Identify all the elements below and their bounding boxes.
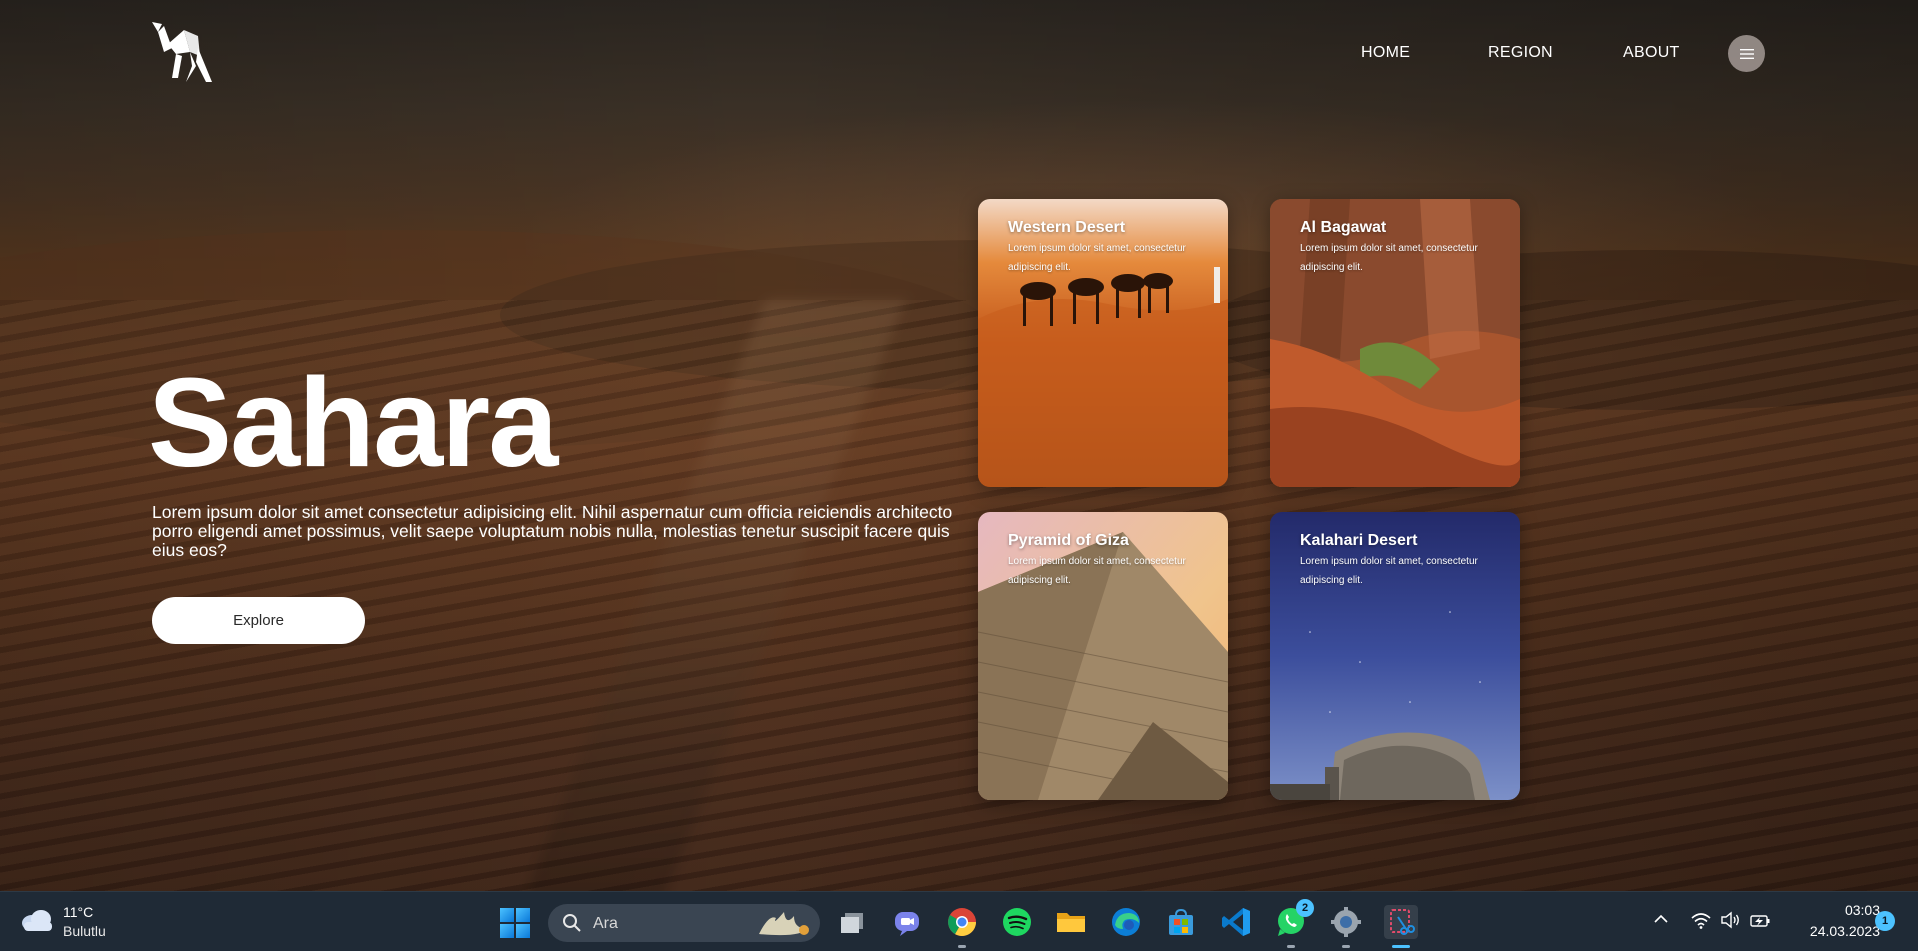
- wifi-icon[interactable]: [1690, 909, 1712, 931]
- search-placeholder: Ara: [593, 915, 618, 932]
- vscode-icon: [1222, 908, 1250, 936]
- card-text: Lorem ipsum dolor sit amet, consectetur …: [1300, 556, 1478, 586]
- edge-button[interactable]: [1109, 905, 1143, 939]
- card-title: Pyramid of Giza: [1008, 532, 1129, 549]
- windows-logo-icon: [500, 908, 514, 922]
- chevron-up-icon[interactable]: [1653, 911, 1669, 927]
- edge-icon: [1112, 908, 1140, 936]
- chrome-button[interactable]: [945, 905, 979, 948]
- nav-about[interactable]: ABOUT: [1623, 44, 1680, 62]
- task-view-button[interactable]: [836, 905, 870, 939]
- chrome-icon: [948, 908, 976, 936]
- card-text: Lorem ipsum dolor sit amet, consectetur …: [1008, 243, 1186, 273]
- card-western-desert[interactable]: Western Desert Lorem ipsum dolor sit ame…: [978, 199, 1228, 487]
- spotify-button[interactable]: [1000, 905, 1034, 939]
- origami-camel-logo-icon[interactable]: [150, 22, 216, 84]
- hero-description: Lorem ipsum dolor sit amet consectetur a…: [152, 502, 953, 560]
- running-indicator: [1342, 945, 1350, 948]
- volume-icon[interactable]: [1719, 909, 1741, 931]
- file-explorer-icon: [1057, 913, 1085, 932]
- clock-date[interactable]: 24.03.2023: [1790, 923, 1880, 939]
- microsoft-store-icon: [1169, 908, 1193, 935]
- windows-logo-icon: [500, 924, 514, 938]
- taskbar: 11°C Bulutlu Ara 2 03:03 24.03.2023 1: [0, 891, 1918, 951]
- windows-logo-icon: [516, 908, 530, 922]
- card-pyramid-of-giza[interactable]: Pyramid of Giza Lorem ipsum dolor sit am…: [978, 512, 1228, 800]
- settings-icon: [1331, 907, 1361, 937]
- battery-charging-icon[interactable]: [1749, 909, 1771, 931]
- card-text: Lorem ipsum dolor sit amet, consectetur …: [1300, 243, 1478, 273]
- clock-time[interactable]: 03:03: [1800, 902, 1880, 918]
- snipping-tool-icon: [1390, 909, 1415, 935]
- running-indicator: [1392, 945, 1410, 948]
- explore-button[interactable]: Explore: [152, 597, 365, 644]
- card-text: Lorem ipsum dolor sit amet, consectetur …: [1008, 556, 1186, 586]
- start-button[interactable]: [500, 908, 530, 938]
- settings-button[interactable]: [1329, 905, 1363, 948]
- weather-condition[interactable]: Bulutlu: [63, 923, 106, 939]
- nav-home[interactable]: HOME: [1361, 44, 1410, 62]
- hamburger-menu-icon: [1739, 48, 1754, 59]
- running-indicator: [958, 945, 966, 948]
- cloud-icon[interactable]: [20, 907, 54, 933]
- search-highlight-icon: [759, 912, 809, 936]
- card-kalahari-desert[interactable]: Kalahari Desert Lorem ipsum dolor sit am…: [1270, 512, 1520, 800]
- card-title: Kalahari Desert: [1300, 532, 1418, 549]
- file-explorer-button[interactable]: [1054, 905, 1088, 939]
- task-view-icon: [841, 913, 863, 933]
- running-indicator: [1287, 945, 1295, 948]
- notification-center-badge[interactable]: 1: [1875, 911, 1895, 931]
- card-title: Western Desert: [1008, 219, 1126, 236]
- card-al-bagawat[interactable]: Al Bagawat Lorem ipsum dolor sit amet, c…: [1270, 199, 1520, 487]
- vscode-button[interactable]: [1219, 905, 1253, 939]
- notification-badge: 2: [1296, 899, 1314, 917]
- card-title: Al Bagawat: [1300, 219, 1387, 236]
- teams-chat-icon: [895, 912, 919, 936]
- snipping-tool-button[interactable]: [1384, 905, 1418, 948]
- whatsapp-button[interactable]: 2: [1274, 899, 1314, 948]
- menu-button[interactable]: [1728, 35, 1765, 72]
- windows-logo-icon: [516, 924, 530, 938]
- microsoft-store-button[interactable]: [1164, 905, 1198, 939]
- spotify-icon: [1003, 908, 1031, 936]
- taskbar-search[interactable]: Ara: [548, 904, 820, 942]
- weather-temperature[interactable]: 11°C: [63, 904, 93, 920]
- search-icon: [563, 914, 581, 932]
- nav-region[interactable]: REGION: [1488, 44, 1553, 62]
- teams-chat-button[interactable]: [890, 905, 924, 939]
- hero-title: Sahara: [148, 352, 558, 493]
